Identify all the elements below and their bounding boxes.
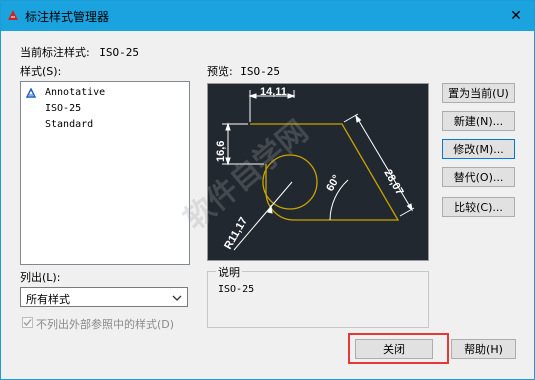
styles-listbox[interactable]: Annotative ISO-25 Standard bbox=[20, 81, 190, 265]
checkmark-icon bbox=[23, 319, 32, 326]
close-icon[interactable]: ✕ bbox=[504, 4, 528, 28]
xref-checkbox-label: 不列出外部参照中的样式(D) bbox=[36, 318, 175, 331]
new-button[interactable]: 新建(N)... bbox=[442, 111, 515, 131]
dim-diag-text: 28,07 bbox=[381, 168, 405, 198]
dim-top-text: 14,11 bbox=[260, 86, 287, 98]
preview-label: 预览: bbox=[207, 65, 233, 78]
current-style-value: ISO-25 bbox=[99, 46, 139, 59]
window-title: 标注样式管理器 bbox=[25, 10, 110, 24]
autocad-app-icon bbox=[8, 10, 18, 20]
modify-button[interactable]: 修改(M)... bbox=[442, 139, 515, 159]
description-label: 说明 bbox=[216, 264, 242, 280]
list-filter-select[interactable]: 所有样式 bbox=[20, 287, 188, 307]
set-current-button[interactable]: 置为当前(U) bbox=[442, 83, 515, 103]
style-item-standard[interactable]: Standard bbox=[45, 119, 93, 130]
override-button[interactable]: 替代(O)... bbox=[442, 167, 515, 187]
dim-angle-text: 60° bbox=[324, 173, 343, 193]
current-style-label: 当前标注样式: bbox=[20, 46, 90, 59]
compare-button[interactable]: 比较(C)... bbox=[442, 197, 515, 217]
list-filter-value: 所有样式 bbox=[26, 293, 70, 306]
style-item-annotative[interactable]: Annotative bbox=[45, 87, 105, 98]
description-text: ISO-25 bbox=[218, 284, 255, 295]
styles-label: 样式(S): bbox=[20, 65, 62, 78]
help-button[interactable]: 帮助(H) bbox=[451, 339, 516, 359]
dimension-style-manager-dialog: 标注样式管理器 ✕ 当前标注样式: ISO-25 样式(S): Annotati… bbox=[0, 0, 535, 380]
chevron-down-icon bbox=[172, 295, 182, 301]
preview-style-name: ISO-25 bbox=[240, 65, 280, 78]
title-bar[interactable]: 标注样式管理器 ✕ bbox=[1, 1, 534, 31]
current-style-line: 当前标注样式: ISO-25 bbox=[20, 44, 139, 60]
annotative-triangle-icon bbox=[26, 88, 36, 98]
description-box: 说明 ISO-25 bbox=[207, 264, 429, 328]
style-item-iso-25[interactable]: ISO-25 bbox=[45, 103, 81, 114]
list-filter-label: 列出(L): bbox=[20, 271, 61, 284]
preview-title: 预览: ISO-25 bbox=[207, 63, 280, 79]
close-button-highlight bbox=[348, 333, 449, 364]
xref-checkbox[interactable] bbox=[22, 317, 33, 328]
dim-radius-text: R11,17 bbox=[222, 215, 250, 251]
